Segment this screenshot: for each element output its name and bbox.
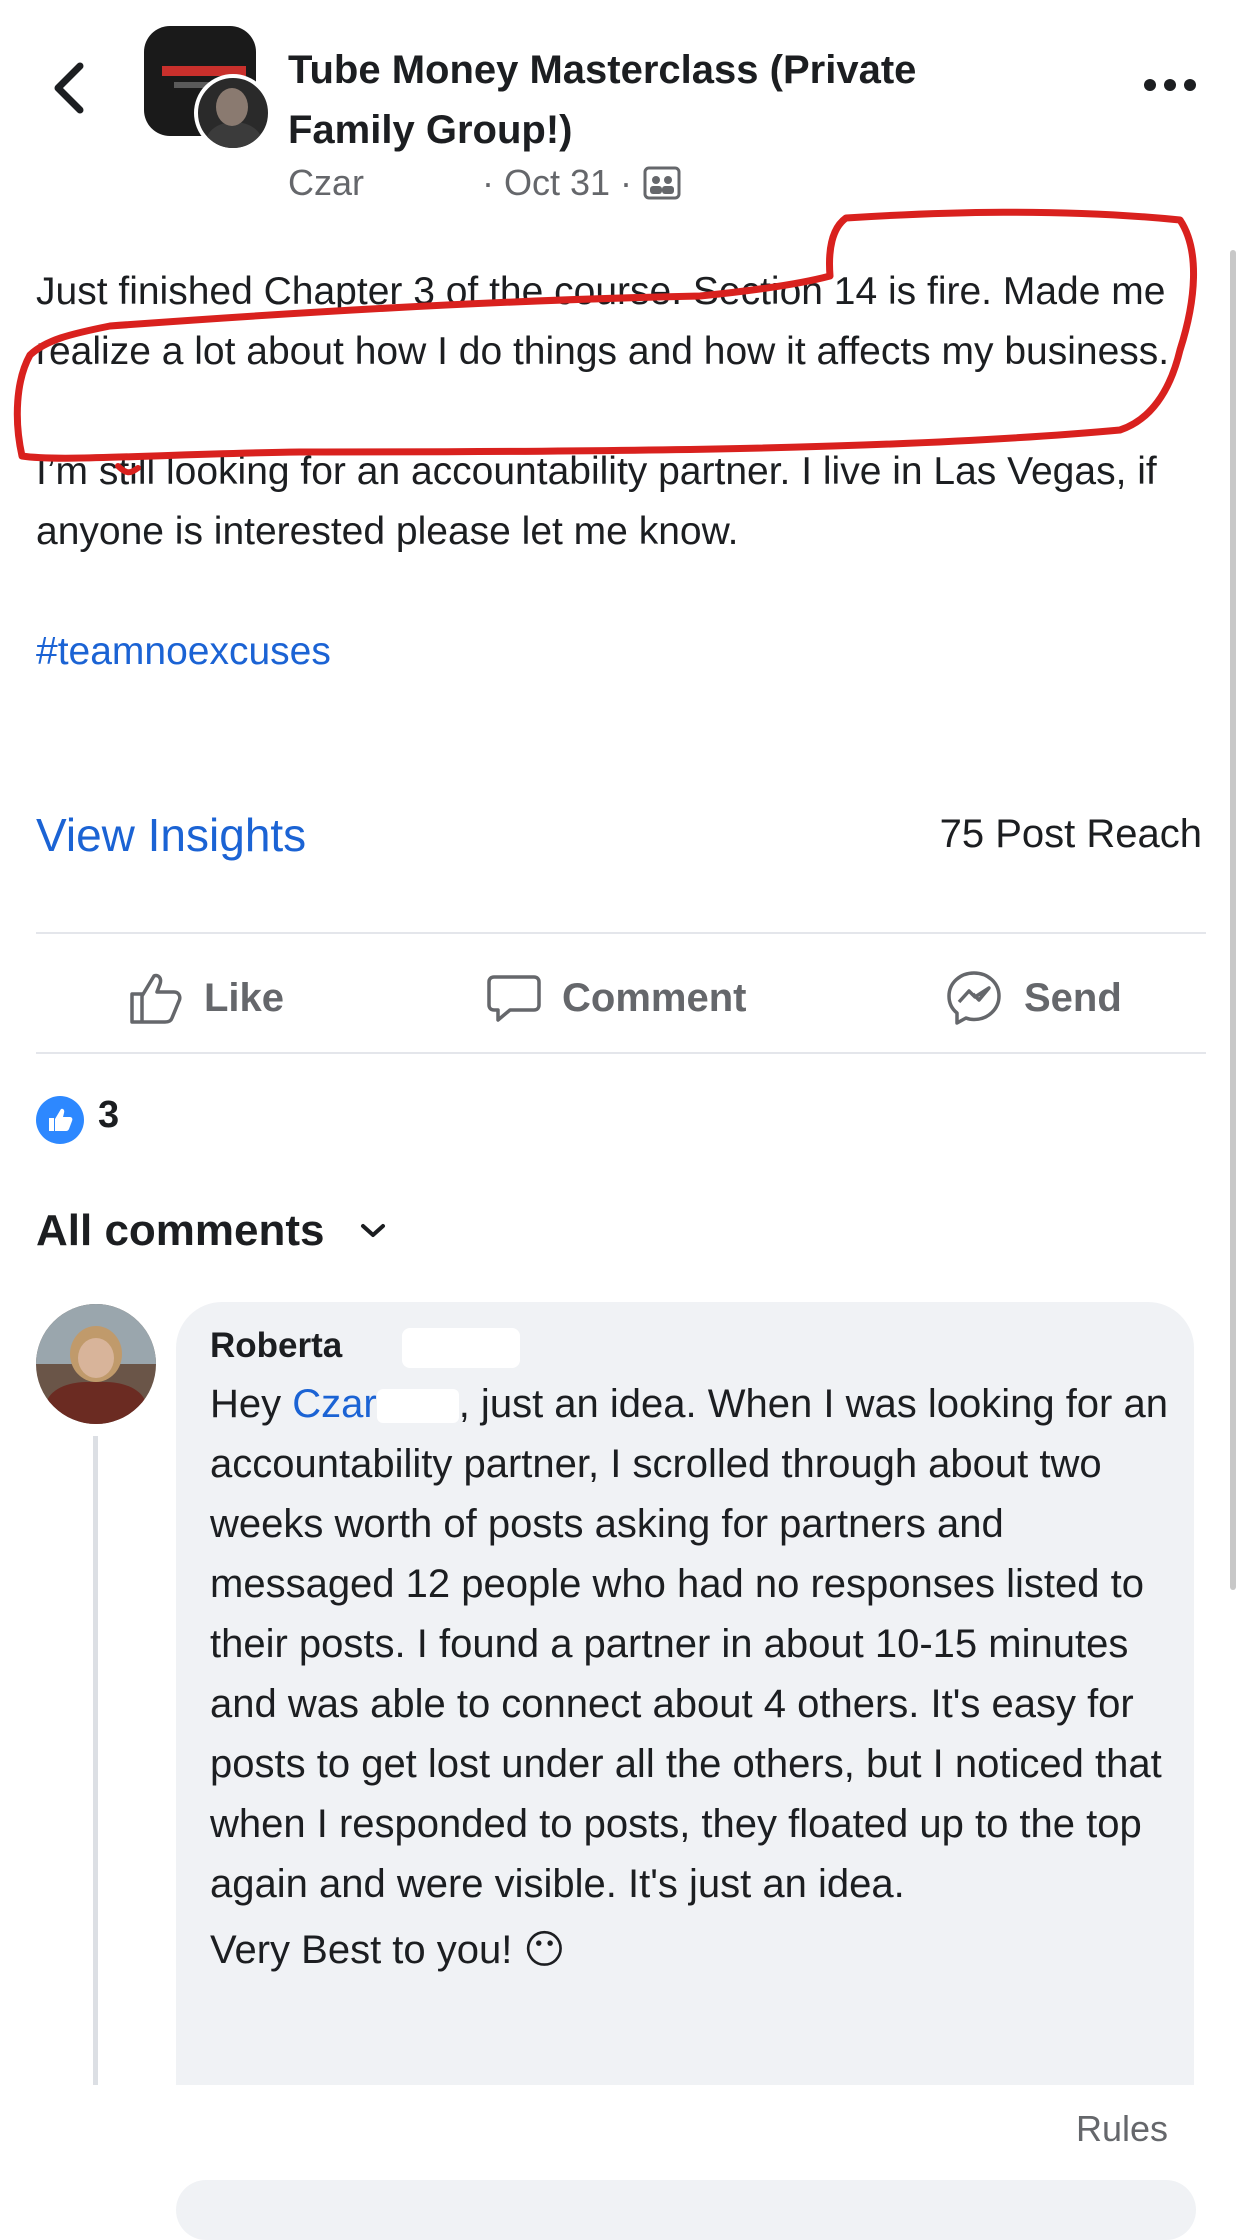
comment-text: Hey Czar, just an idea. When I was looki… bbox=[210, 1374, 1170, 1980]
comment-icon bbox=[487, 975, 541, 1022]
post-reach: 75 Post Reach bbox=[939, 812, 1202, 856]
author-name[interactable]: Czar bbox=[288, 162, 364, 204]
commenter-avatar[interactable] bbox=[36, 1304, 156, 1424]
group-title[interactable]: Tube Money Masterclass (Private Family G… bbox=[288, 40, 1048, 160]
post-paragraph-2: I’m still looking for an accountability … bbox=[36, 450, 1157, 553]
like-icon bbox=[130, 973, 182, 1024]
comment-bubble: Roberta Hey Czar, just an idea. When I w… bbox=[176, 1302, 1194, 2142]
like-label: Like bbox=[204, 975, 285, 1020]
view-insights-link[interactable]: View Insights bbox=[36, 808, 306, 862]
mention-link[interactable]: Czar bbox=[292, 1382, 376, 1426]
back-icon[interactable] bbox=[50, 58, 90, 118]
comment-sign-off: Very Best to you! 😶 bbox=[210, 1928, 566, 1972]
messenger-icon bbox=[947, 971, 1001, 1025]
comment-filter-label: All comments bbox=[36, 1206, 325, 1255]
comment-input[interactable] bbox=[176, 2180, 1196, 2240]
post-paragraph-1: Just finished Chapter 3 of the course. S… bbox=[36, 270, 1170, 373]
redacted-mention-surname bbox=[376, 1389, 459, 1424]
rules-link[interactable]: Rules bbox=[1076, 2108, 1168, 2150]
post-meta: Czar · Oct 31 · bbox=[288, 162, 682, 204]
divider bbox=[36, 932, 1206, 934]
hashtag-link[interactable]: #teamnoexcuses bbox=[36, 630, 331, 673]
author-avatar[interactable] bbox=[194, 74, 272, 152]
redacted-surname bbox=[402, 1328, 520, 1368]
divider bbox=[36, 1052, 1206, 1054]
comment-button[interactable]: Comment bbox=[486, 968, 746, 1028]
send-button[interactable]: Send bbox=[944, 968, 1122, 1028]
send-label: Send bbox=[1024, 975, 1122, 1020]
commenter-name[interactable]: Roberta bbox=[210, 1326, 342, 1366]
post-date: · Oct 31 · bbox=[482, 162, 633, 203]
post-text: Just finished Chapter 3 of the course. S… bbox=[36, 262, 1216, 742]
like-button[interactable]: Like bbox=[126, 968, 284, 1028]
group-privacy-icon bbox=[643, 166, 681, 200]
scrollbar[interactable] bbox=[1230, 250, 1236, 1590]
comment-text-start: Hey bbox=[210, 1382, 293, 1426]
chevron-down-icon bbox=[360, 1224, 385, 1237]
comment-label: Comment bbox=[562, 975, 747, 1020]
reaction-count[interactable]: 3 bbox=[98, 1094, 119, 1137]
comment-text-body: , just an idea. When I was looking for a… bbox=[210, 1382, 1168, 1906]
like-reaction-icon[interactable] bbox=[36, 1096, 84, 1144]
comment-filter-dropdown[interactable]: All comments bbox=[36, 1206, 387, 1256]
more-icon[interactable] bbox=[1140, 70, 1200, 100]
thread-line bbox=[93, 1436, 98, 2086]
